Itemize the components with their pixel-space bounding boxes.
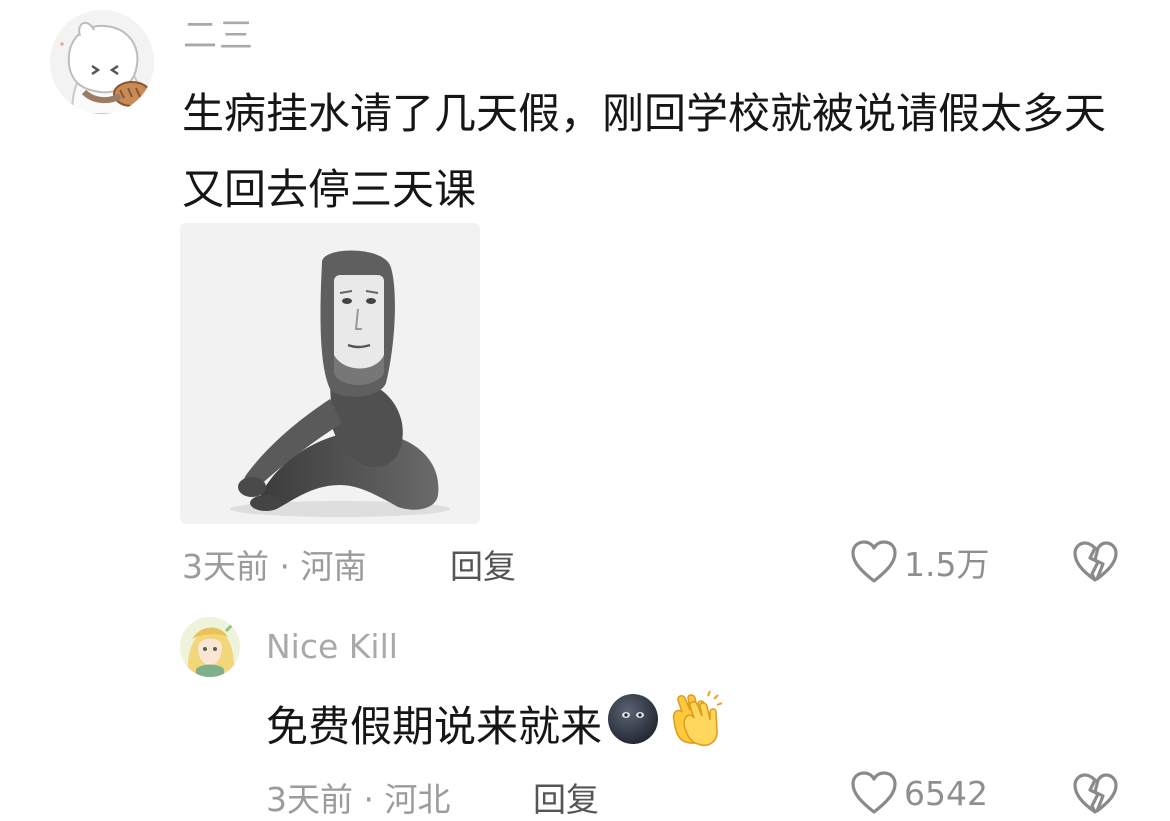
new-moon-face-emoji (606, 692, 660, 762)
reply-like-count: 6542 (904, 773, 988, 813)
avatar[interactable] (50, 10, 154, 114)
avatar-cartoon-image (50, 10, 154, 114)
heart-outline-icon (851, 771, 897, 814)
reply-text: 免费假期说来就来 (266, 702, 603, 751)
reply-button[interactable]: 回复 (450, 540, 516, 588)
reply-content: 免费假期说来就来 (266, 690, 723, 764)
reply-reply-button[interactable]: 回复 (533, 773, 599, 821)
comment-author[interactable]: 二三 (183, 8, 255, 57)
reply-avatar[interactable] (180, 617, 240, 677)
dislike-button[interactable] (1072, 540, 1118, 588)
comment-image[interactable] (180, 223, 480, 524)
reply-author[interactable]: Nice Kill (266, 627, 398, 666)
meme-sitting-figure-image (180, 223, 480, 524)
heart-outline-icon (851, 540, 897, 583)
reply-dislike-button[interactable] (1072, 772, 1118, 820)
broken-heart-icon (1073, 541, 1118, 582)
reply-time-location: 3天前 · 河北 (266, 780, 451, 819)
like-count: 1.5万 (904, 545, 990, 584)
broken-heart-icon (1073, 773, 1118, 814)
avatar-anime-image (180, 617, 240, 677)
comment-text: 生病挂水请了几天假，刚回学校就被说请假太多天又回去停三天课 (182, 89, 1107, 214)
reply-like-button[interactable]: 6542 (850, 770, 988, 816)
clapping-hands-emoji (664, 690, 723, 764)
like-button[interactable]: 1.5万 (850, 538, 989, 586)
comment-time-location: 3天前 · 河南 (182, 547, 367, 586)
